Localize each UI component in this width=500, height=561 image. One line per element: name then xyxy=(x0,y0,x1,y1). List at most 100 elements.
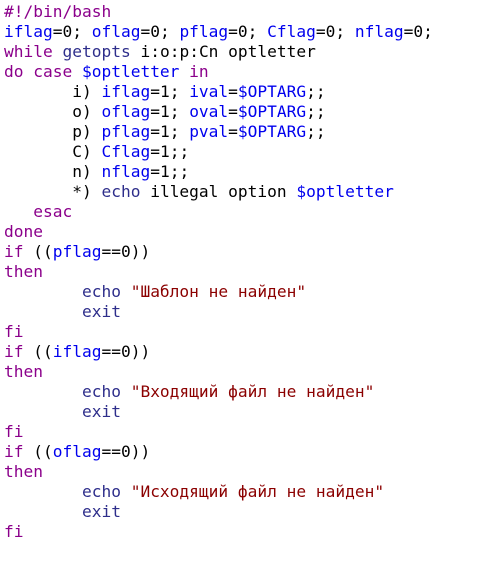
code-line: exit xyxy=(4,402,498,422)
code-token-variable: oflag xyxy=(52,442,102,461)
code-token-keyword: while xyxy=(4,42,63,61)
code-token-builtin: echo xyxy=(81,382,121,401)
code-token-variable: $optletter xyxy=(81,62,180,81)
code-token-default: ==0)) xyxy=(101,242,151,261)
code-line: fi xyxy=(4,522,498,542)
code-token-default: =0; xyxy=(140,22,180,41)
code-token-builtin: exit xyxy=(4,302,121,321)
code-line: echo "Входящий файл не найден" xyxy=(4,382,498,402)
code-token-keyword: if xyxy=(4,242,24,261)
code-line: then xyxy=(4,462,498,482)
code-token-keyword: fi xyxy=(4,422,24,441)
code-token-variable: Cflag xyxy=(267,22,316,41)
code-line: iflag=0; oflag=0; pflag=0; Cflag=0; nfla… xyxy=(4,22,498,42)
code-token-variable: nflag xyxy=(101,162,151,181)
code-token-default: = xyxy=(228,122,238,141)
code-token-default: =0; xyxy=(403,22,433,41)
code-token-builtin: getopts xyxy=(62,42,131,61)
code-token-default: =1;; xyxy=(150,142,190,161)
code-line: if ((pflag==0)) xyxy=(4,242,498,262)
code-token-default: ;; xyxy=(306,82,326,101)
code-token-string: "Исходящий файл не найден" xyxy=(120,482,385,501)
code-line: o) oflag=1; oval=$OPTARG;; xyxy=(4,102,498,122)
code-token-keyword: if xyxy=(4,442,24,461)
code-token-variable: oval xyxy=(189,102,229,121)
code-token-default: (( xyxy=(23,442,53,461)
code-line: fi xyxy=(4,422,498,442)
code-token-default: n) xyxy=(4,162,102,181)
code-token-default: =1; xyxy=(150,122,190,141)
code-line: C) Cflag=1;; xyxy=(4,142,498,162)
code-token-variable: pflag xyxy=(179,22,229,41)
code-token-variable: $optletter xyxy=(296,182,394,201)
code-line: while getopts i:o:p:Cn optletter xyxy=(4,42,498,62)
code-token-variable: $OPTARG xyxy=(237,82,307,101)
code-line: echo "Исходящий файл не найден" xyxy=(4,482,498,502)
code-line: fi xyxy=(4,322,498,342)
code-token-variable: pval xyxy=(189,122,229,141)
code-token-keyword: then xyxy=(4,262,43,281)
code-token-keyword: in xyxy=(179,62,209,81)
code-line: if ((oflag==0)) xyxy=(4,442,498,462)
code-token-variable: pflag xyxy=(52,242,102,261)
code-token-keyword: fi xyxy=(4,322,24,341)
code-token-variable: $OPTARG xyxy=(237,102,307,121)
code-line: then xyxy=(4,262,498,282)
code-token-builtin: exit xyxy=(4,502,121,521)
code-token-keyword: if xyxy=(4,342,24,361)
code-token-default: i) xyxy=(4,82,102,101)
code-line: p) pflag=1; pval=$OPTARG;; xyxy=(4,122,498,142)
code-line: do case $optletter in xyxy=(4,62,498,82)
code-line: esac xyxy=(4,202,498,222)
code-token-variable: oflag xyxy=(101,102,151,121)
code-token-keyword: esac xyxy=(4,202,73,221)
code-token-default: ;; xyxy=(306,122,326,141)
code-token-default: (( xyxy=(23,242,53,261)
code-token-string: "Шаблон не найден" xyxy=(120,282,307,301)
code-editor[interactable]: #!/bin/bash iflag=0; oflag=0; pflag=0; Cf… xyxy=(4,0,498,561)
code-token-string: "Входящий файл не найден" xyxy=(120,382,375,401)
code-line: done xyxy=(4,222,498,242)
code-token-builtin: echo xyxy=(101,182,141,201)
code-token-keyword: fi xyxy=(4,522,24,541)
code-token-keyword: then xyxy=(4,462,43,481)
code-token-default: = xyxy=(228,102,238,121)
code-token-default: *) xyxy=(4,182,102,201)
code-token-default xyxy=(4,482,82,501)
code-token-variable: iflag xyxy=(52,342,102,361)
code-token-default: i:o:p:Cn optletter xyxy=(130,42,316,61)
code-line: i) iflag=1; ival=$OPTARG;; xyxy=(4,82,498,102)
code-token-default xyxy=(4,282,82,301)
code-token-default: =0; xyxy=(228,22,268,41)
code-token-default: C) xyxy=(4,142,102,161)
code-token-variable: nflag xyxy=(354,22,404,41)
code-line: *) echo illegal option $optletter xyxy=(4,182,498,202)
code-token-builtin: echo xyxy=(81,482,121,501)
code-token-default: ==0)) xyxy=(101,342,151,361)
code-line: if ((iflag==0)) xyxy=(4,342,498,362)
code-token-keyword: done xyxy=(4,222,43,241)
code-token-default: ==0)) xyxy=(101,442,151,461)
code-token-default: ;; xyxy=(306,102,326,121)
code-token-variable: Cflag xyxy=(101,142,151,161)
code-token-default xyxy=(4,382,82,401)
code-line: n) nflag=1;; xyxy=(4,162,498,182)
code-line: echo "Шаблон не найден" xyxy=(4,282,498,302)
code-token-default: =1; xyxy=(150,102,190,121)
code-line: then xyxy=(4,362,498,382)
code-token-keyword: do case xyxy=(4,62,82,81)
code-token-variable: pflag xyxy=(101,122,151,141)
code-token-default: = xyxy=(228,82,238,101)
code-line: exit xyxy=(4,502,498,522)
code-token-default: =0; xyxy=(52,22,92,41)
code-token-default: p) xyxy=(4,122,102,141)
code-token-keyword: then xyxy=(4,362,43,381)
code-token-default: illegal option xyxy=(140,182,297,201)
code-token-default: (( xyxy=(23,342,53,361)
code-token-default: o) xyxy=(4,102,102,121)
code-line: #!/bin/bash xyxy=(4,2,498,22)
code-line: exit xyxy=(4,302,498,322)
code-token-variable: oflag xyxy=(91,22,141,41)
code-token-keyword: #!/bin/bash xyxy=(4,2,112,21)
code-token-default: =1;; xyxy=(150,162,190,181)
